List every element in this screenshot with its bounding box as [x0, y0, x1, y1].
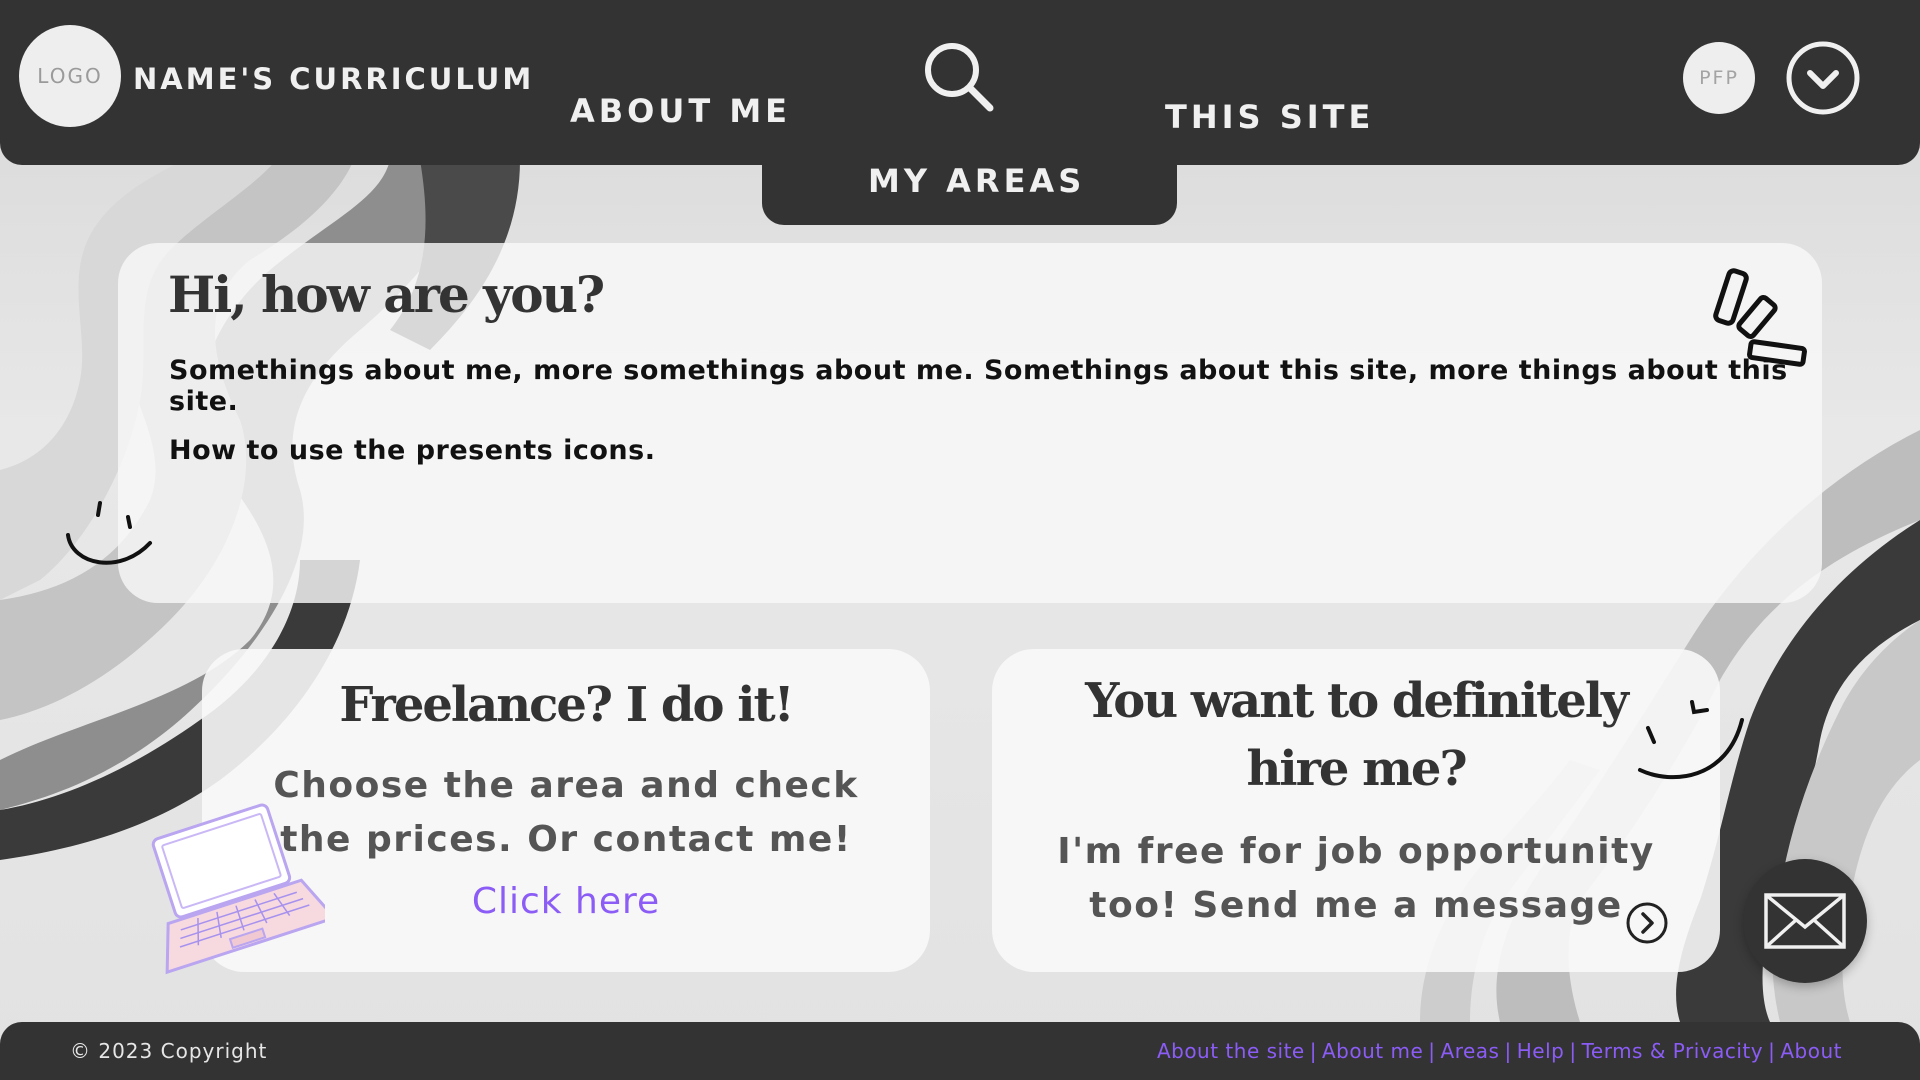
footer-separator: | — [1428, 1039, 1436, 1063]
intro-card: Hi, how are you? Somethings about me, mo… — [118, 243, 1822, 603]
laptop-icon — [151, 803, 325, 975]
nav-about-me[interactable]: ABOUT ME — [570, 92, 791, 130]
footer-link-help[interactable]: Help — [1517, 1039, 1565, 1063]
copyright-text: © 2023 Copyright — [70, 1039, 268, 1063]
hire-title-line1: You want to definitely — [1085, 673, 1629, 729]
intro-text: Somethings about me, more somethings abo… — [169, 355, 1788, 417]
footer-separator: | — [1569, 1039, 1577, 1063]
nav-this-site[interactable]: THIS SITE — [1165, 98, 1374, 136]
footer-separator: | — [1309, 1039, 1317, 1063]
arrow-right-icon[interactable] — [1624, 900, 1670, 946]
footer-link-terms[interactable]: Terms & Privacity — [1582, 1039, 1764, 1063]
nav-my-areas[interactable]: MY AREAS — [868, 162, 1085, 200]
hire-text-line1: I'm free for job opportunity — [1057, 831, 1655, 872]
intro-title: Hi, how are you? — [168, 265, 605, 324]
chevron-down-icon[interactable] — [1785, 40, 1861, 116]
footer-links: About the site | About me | Areas | Help | Terms… — [1157, 1039, 1842, 1063]
mail-button[interactable] — [1743, 859, 1867, 983]
mail-icon — [1764, 893, 1846, 949]
hire-card: You want to definitely hire me? I'm free… — [992, 649, 1720, 972]
footer-separator: | — [1504, 1039, 1512, 1063]
hire-title-line2: hire me? — [1246, 741, 1467, 797]
intro-how-to-text: How to use the presents icons. — [169, 435, 656, 466]
footer-link-about[interactable]: About — [1780, 1039, 1842, 1063]
footer-link-about-me[interactable]: About me — [1322, 1039, 1423, 1063]
logo[interactable]: LOGO — [19, 25, 121, 127]
site-title[interactable]: NAME'S CURRICULUM — [133, 62, 534, 96]
freelance-title: Freelance? I do it! — [339, 677, 794, 733]
search-icon[interactable] — [920, 38, 996, 114]
footer-separator: | — [1768, 1039, 1776, 1063]
footer-link-about-site[interactable]: About the site — [1157, 1039, 1305, 1063]
sparkle-doodle-icon — [1713, 268, 1807, 367]
footer: © 2023 Copyright About the site | About me… — [0, 1022, 1920, 1080]
footer-link-areas[interactable]: Areas — [1441, 1039, 1500, 1063]
smiley-doodle-icon — [66, 501, 152, 565]
wink-doodle-icon — [1638, 700, 1744, 780]
hire-text-line2: too! Send me a message — [1089, 885, 1623, 926]
profile-picture[interactable]: PFP — [1683, 42, 1755, 114]
